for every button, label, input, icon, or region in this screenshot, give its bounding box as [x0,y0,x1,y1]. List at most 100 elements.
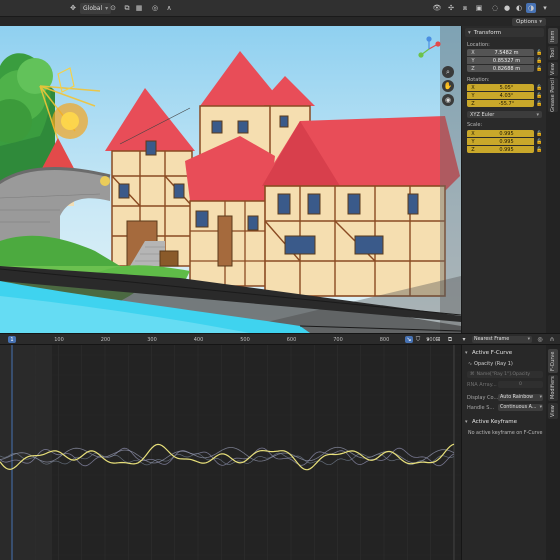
location-label: Location: [467,42,490,48]
axis-label: Y [471,57,475,64]
chevron-down-icon: ▾ [465,349,468,356]
lock-icon[interactable]: 🔓 [536,57,543,64]
normalize-icon[interactable]: ↘ [405,336,413,343]
frame-tick-label: 400 [193,337,204,343]
chevron-down-icon: ▾ [465,418,468,425]
shading-solid-icon[interactable]: ● [502,3,512,13]
lock-icon[interactable]: 🔓 [536,49,543,56]
lock-icon[interactable]: 🔓 [536,100,543,107]
scale-z-field[interactable]: Z 0.995 [467,146,534,153]
lock-icon[interactable]: 🔓 [536,138,543,145]
location-z-field[interactable]: Z 0.82688 m [467,65,534,72]
pan-hand-icon[interactable]: ✋ [442,80,454,92]
proportional-edit-icon[interactable]: ◎ [150,3,160,13]
active-fcurve-title: Active F-Curve [472,349,513,356]
shading-material-icon[interactable]: ◐ [514,3,524,13]
scale-z-value: 0.995 [499,146,514,153]
visibility-icon[interactable]: 👁 [432,3,442,13]
channel-row[interactable]: ∿ Opacity (Ray 1) [468,359,548,368]
active-fcurve-header[interactable]: ▾ Active F-Curve [465,348,545,357]
snap-icon[interactable]: ⧉ [122,3,132,13]
frame-tick-label: 500 [240,337,250,343]
location-z-value: 0.82688 m [492,65,521,72]
display-color-label: Display Co... [467,395,499,401]
lock-icon[interactable]: 🔓 [536,92,543,99]
data-path-field: ⌘ Name["Ray 1"].Opacity [467,371,543,378]
lock-icon[interactable]: 🔓 [536,65,543,72]
rna-array-label: RNA Array... [467,382,497,388]
shading-wireframe-icon[interactable]: ◌ [490,3,500,13]
transform-pivot-icon[interactable]: ✥ [68,3,78,13]
rotation-y-value: 4.03° [499,92,514,99]
scale-y-field[interactable]: Y 0.995 [467,138,534,145]
frame-tick-label: 700 [333,337,343,343]
location-x-value: 7.5482 m [494,49,519,56]
chevron-down-icon: ▾ [536,111,539,118]
frame-tick-label: 300 [147,337,157,343]
location-y-value: 0.85327 m [492,57,521,64]
axis-gizmo-icon [418,36,441,58]
falloff-icon[interactable]: ∧ [164,3,174,13]
chevron-down-icon[interactable]: ▾ [424,336,432,343]
active-keyframe-header[interactable]: ▾ Active Keyframe [465,417,545,426]
rotation-label: Rotation: [467,77,490,83]
tab-fcurve[interactable]: F-Curve [548,349,558,373]
axis-label: Y [471,138,475,145]
snap-chevron-icon[interactable]: ▾ [460,336,468,343]
scale-x-value: 0.995 [499,130,514,137]
lock-icon[interactable]: 🔓 [536,146,543,153]
chevron-down-icon: ▾ [468,29,471,36]
rotation-z-value: -55.7° [498,100,515,107]
rna-icon: ⌘ [470,372,475,377]
shading-rendered-icon[interactable]: ◑ [526,3,536,13]
orientation-dropdown[interactable]: Global ▾ [80,3,112,14]
zoom-icon[interactable]: ⌕ [442,66,454,78]
falloff-icon[interactable]: ∩ [548,336,556,343]
proportional-icon[interactable]: ◎ [536,336,544,343]
graph-editor-canvas[interactable] [0,345,461,560]
rotation-y-field[interactable]: Y 4.03° [467,92,534,99]
handle-smoothing-dropdown[interactable]: Continuous A... ▾ [498,404,543,411]
viewport-subheader: Options ▾ [0,17,560,26]
tab-modifiers[interactable]: Modifiers [548,375,558,401]
snap-target-icon[interactable]: ▦ [134,3,144,13]
tab-item[interactable]: Item [548,28,558,44]
lock-icon[interactable]: 🔓 [536,130,543,137]
axis-label: X [471,130,475,137]
display-color-dropdown[interactable]: Auto Rainbow ▾ [498,394,543,401]
location-x-field[interactable]: X 7.5482 m [467,49,534,56]
transform-header[interactable]: ▾ Transform [465,28,544,37]
filter-icon[interactable]: ⛉ [414,336,422,343]
frame-tick-label: 100 [54,337,64,343]
tab-view[interactable]: View [548,62,558,76]
camera-view-icon[interactable]: ◉ [442,94,454,106]
rotation-z-field[interactable]: Z -55.7° [467,100,534,107]
pivot-icon[interactable]: ⊞ [434,336,442,343]
auto-snap-icon[interactable]: ⧉ [446,336,454,343]
axis-label: Z [471,100,475,107]
navigation-gizmo[interactable] [416,36,442,62]
axis-label: X [471,84,475,91]
tab-tool[interactable]: Tool [548,46,558,60]
xray-icon[interactable]: ▣ [474,3,484,13]
rotation-mode-dropdown[interactable]: XYZ Euler ▾ [467,111,542,118]
orientation-label: Global [83,5,103,12]
location-y-field[interactable]: Y 0.85327 m [467,57,534,64]
tab-view[interactable]: View [548,403,558,419]
overlay-icon[interactable]: ⧈ [460,3,470,13]
snap-mode-dropdown[interactable]: Nearest Frame ▾ [472,336,532,343]
tab-grease-pencil[interactable]: Grease Pencil [548,78,558,112]
options-button[interactable]: Options ▾ [512,18,546,26]
handle-smoothing-label: Handle S... [467,405,495,411]
3d-viewport[interactable]: ⌕ ✋ ◉ [0,26,461,333]
scale-x-field[interactable]: X 0.995 [467,130,534,137]
sidebar-tab-strip: Item Tool View Grease Pencil [546,26,560,333]
chevron-down-icon: ▾ [539,19,542,25]
lock-icon[interactable]: 🔓 [536,84,543,91]
shading-options-icon[interactable]: ▾ [540,3,550,13]
current-frame-marker[interactable]: 1 [8,336,16,343]
gizmo-icon[interactable]: ✣ [446,3,456,13]
pivot-point-icon[interactable]: ⊙ [108,3,118,13]
rotation-x-field[interactable]: X 5.05° [467,84,534,91]
active-keyframe-title: Active Keyframe [472,418,518,425]
